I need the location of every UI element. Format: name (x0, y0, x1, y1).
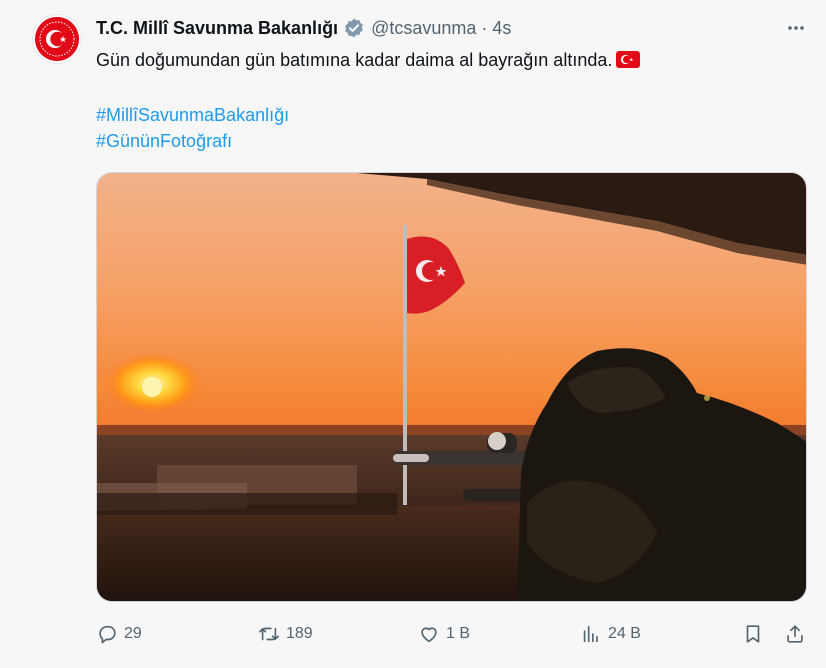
retweet-icon (259, 627, 279, 641)
author-name[interactable]: T.C. Millî Savunma Bakanlığı (96, 18, 338, 39)
photo-sunset-soldier-flag (97, 173, 806, 601)
heart-icon (421, 627, 437, 643)
views-button[interactable]: 24 B (580, 619, 641, 649)
tweet-text: Gün doğumundan gün batımına kadar daima … (96, 50, 613, 70)
bookmark-button[interactable] (742, 619, 764, 649)
tweet[interactable]: T.C. Millî Savunma Bakanlığı @tcsavunma … (0, 0, 826, 668)
like-button[interactable]: 1 B (418, 619, 470, 649)
tweet-photo[interactable] (96, 172, 807, 602)
more-options-icon[interactable] (784, 16, 808, 40)
hashtags: #MillîSavunmaBakanlığı #GününFotoğrafı (96, 102, 289, 154)
retweet-count: 189 (286, 625, 313, 642)
hashtag-link[interactable]: #MillîSavunmaBakanlığı (96, 102, 289, 128)
retweet-button[interactable]: 189 (258, 619, 313, 649)
bookmark-icon (746, 625, 760, 643)
hashtag-link[interactable]: #GününFotoğrafı (96, 128, 289, 154)
like-count: 1 B (446, 625, 471, 642)
avatar[interactable] (32, 14, 82, 64)
verified-badge-icon[interactable] (343, 17, 365, 39)
views-count: 24 B (608, 625, 641, 642)
turkey-flag-icon (616, 50, 641, 68)
reply-count: 29 (124, 625, 142, 642)
share-icon (787, 625, 803, 643)
tweet-text-block: Gün doğumundan gün batımına kadar daima … (96, 48, 796, 72)
reply-icon (99, 625, 116, 644)
reply-button[interactable]: 29 (96, 619, 142, 649)
tweet-header: T.C. Millî Savunma Bakanlığı @tcsavunma … (96, 16, 511, 40)
author-handle[interactable]: @tcsavunma (371, 18, 476, 39)
share-button[interactable] (784, 619, 806, 649)
tweet-time[interactable]: 4s (492, 18, 511, 39)
action-bar: 29 189 1 B 24 B (96, 619, 808, 649)
msb-emblem-icon (35, 17, 79, 61)
views-chart-icon (583, 625, 598, 643)
separator-dot: · (481, 17, 488, 38)
